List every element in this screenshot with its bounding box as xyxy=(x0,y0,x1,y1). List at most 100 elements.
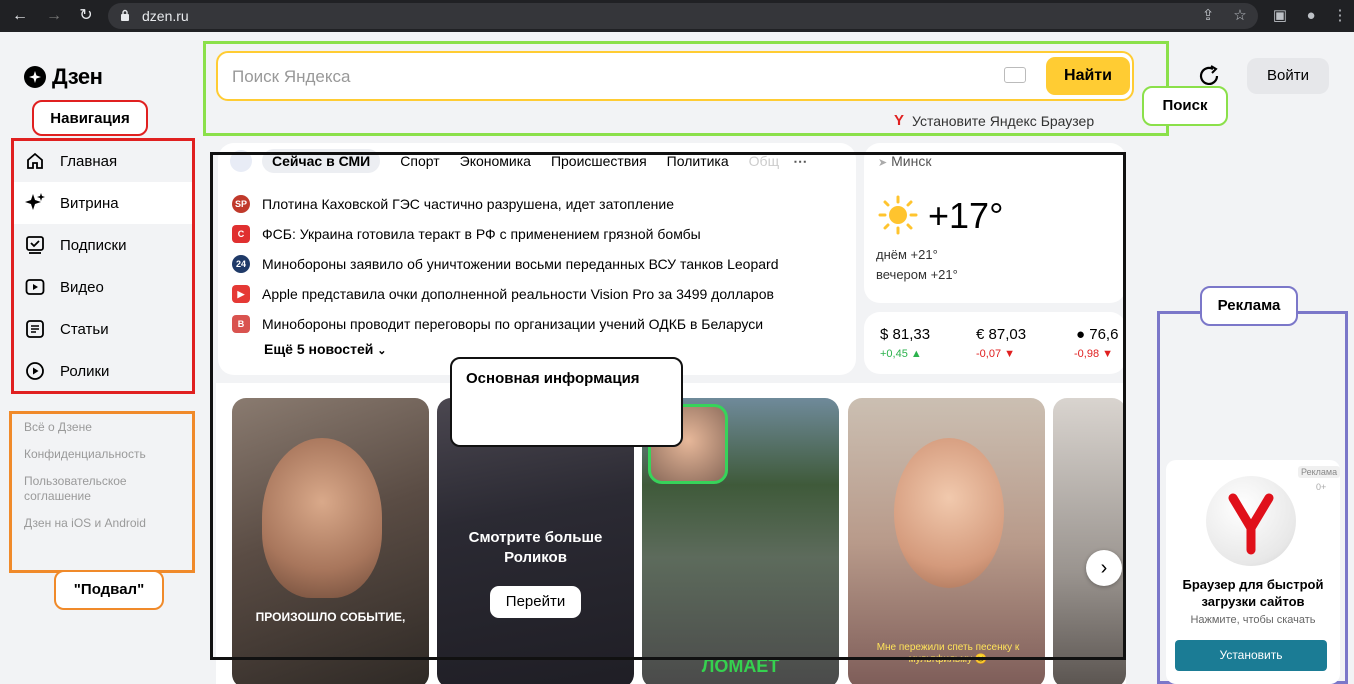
sparkle-icon xyxy=(24,192,46,214)
sidebar-nav: Главная Витрина Подписки Видео Статьи Ро… xyxy=(14,140,192,392)
lock-icon xyxy=(121,9,129,21)
weather-day: днём +21° xyxy=(876,247,938,262)
tab-politics[interactable]: Политика xyxy=(667,153,729,169)
sidebar-item-label: Главная xyxy=(60,152,118,170)
more-tabs-icon[interactable]: ⋯ xyxy=(793,153,807,170)
sidebar-item-home[interactable]: Главная xyxy=(14,140,192,182)
tab-sport[interactable]: Спорт xyxy=(400,153,439,169)
video-icon xyxy=(24,276,46,298)
tab-incidents[interactable]: Происшествия xyxy=(551,153,647,169)
logo-text: Дзен xyxy=(52,64,103,89)
news-source-icon xyxy=(230,150,252,172)
currency-rates[interactable]: $ 81,33 +0,45 ▲ € 87,03 -0,07 ▼ ● 76,6 -… xyxy=(864,312,1126,374)
news-tabs: Сейчас в СМИ Спорт Экономика Происшестви… xyxy=(230,149,807,173)
footer-callout: "Подвал" xyxy=(54,570,164,610)
go-button[interactable]: Перейти xyxy=(490,586,581,618)
weather-evening: вечером +21° xyxy=(876,267,958,282)
news-headline: ФСБ: Украина готовила теракт в РФ с прим… xyxy=(262,226,701,242)
dzen-star-icon xyxy=(24,66,46,88)
sidebar-item-articles[interactable]: Статьи xyxy=(14,308,192,350)
tab-now-in-media[interactable]: Сейчас в СМИ xyxy=(262,149,381,173)
profile-icon[interactable]: ● xyxy=(1301,6,1321,26)
bookmark-star-icon[interactable]: ☆ xyxy=(1230,6,1250,26)
video-thumbnail-face xyxy=(262,438,382,598)
ads-callout: Реклама xyxy=(1200,286,1298,326)
back-icon[interactable]: ← xyxy=(10,6,30,26)
ad-badge: Реклама xyxy=(1298,466,1341,478)
sidebar-item-video[interactable]: Видео xyxy=(14,266,192,308)
yandex-browser-icon: Y xyxy=(894,112,905,129)
more-news-button[interactable]: Ещё 5 новостей ⌄ xyxy=(264,341,386,357)
forward-icon[interactable]: → xyxy=(44,6,64,26)
news-item[interactable]: 24 Минобороны заявило об уничтожении вос… xyxy=(232,249,779,279)
news-headline: Плотина Каховской ГЭС частично разрушена… xyxy=(262,196,674,212)
refresh-icon[interactable] xyxy=(1197,64,1221,88)
eur-delta: -0,07 ▼ xyxy=(976,348,1016,360)
login-button[interactable]: Войти xyxy=(1247,58,1329,94)
sidebar-item-shorts[interactable]: Ролики xyxy=(14,350,192,392)
footer-link-privacy[interactable]: Конфиденциальность xyxy=(24,447,174,462)
reload-icon[interactable]: ↻ xyxy=(76,6,96,26)
yandex-browser-logo xyxy=(1206,476,1296,566)
news-item[interactable]: B Минобороны проводит переговоры по орга… xyxy=(232,309,779,339)
oil-drop-icon: ● xyxy=(1076,326,1086,343)
video-caption: ЛОМАЕТ xyxy=(701,656,780,676)
weather-card[interactable]: ➤ Минск +17° днём +21° вечером +21° xyxy=(864,143,1126,303)
oil-rate-value: 76,6 xyxy=(1089,326,1119,343)
video-thumbnail-face xyxy=(894,438,1004,588)
footer-link-terms[interactable]: Пользовательское соглашение xyxy=(24,474,174,504)
video-card[interactable] xyxy=(1053,398,1126,684)
subscriptions-icon xyxy=(24,234,46,256)
news-headline: Минобороны проводит переговоры по органи… xyxy=(262,316,764,332)
install-browser-text: Установите Яндекс Браузер xyxy=(912,112,1095,129)
install-browser-link[interactable]: Y Установите Яндекс Браузер xyxy=(894,112,1094,129)
footer-links: Всё о Дзене Конфиденциальность Пользоват… xyxy=(24,420,174,543)
news-item[interactable]: C ФСБ: Украина готовила теракт в РФ с пр… xyxy=(232,219,779,249)
oil-rate: ● 76,6 xyxy=(1076,326,1118,343)
news-headline: Минобороны заявило об уничтожении восьми… xyxy=(262,256,779,272)
news-source-badge: B xyxy=(232,315,250,333)
sidebar-item-label: Ролики xyxy=(60,362,110,380)
sidebar-item-label: Статьи xyxy=(60,320,109,338)
city-name: Минск xyxy=(891,153,932,169)
news-source-badge: SP xyxy=(232,195,250,213)
ad-title: Браузер для быстрой загрузки сайтов xyxy=(1182,577,1324,609)
usd-rate: $ 81,33 xyxy=(880,326,931,343)
ad-card[interactable]: Реклама 0+ Браузер для быстрой загрузки … xyxy=(1166,460,1341,684)
install-button[interactable]: Установить xyxy=(1175,640,1327,671)
age-rating: 0+ xyxy=(1316,482,1327,492)
video-card[interactable]: Мне пережили спеть песенку к мультфильму… xyxy=(848,398,1045,684)
video-card[interactable]: ПРОИЗОШЛО СОБЫТИЕ, xyxy=(232,398,429,684)
address-bar[interactable]: dzen.ru xyxy=(108,3,1258,29)
location-arrow-icon: ➤ xyxy=(878,157,888,169)
news-item[interactable]: ▶ Apple представила очки дополненной реа… xyxy=(232,279,779,309)
next-arrow-button[interactable]: › xyxy=(1086,550,1122,586)
menu-icon[interactable]: ⋮ xyxy=(1330,6,1350,26)
weather-temperature: +17° xyxy=(928,195,1004,236)
share-icon[interactable]: ⇪ xyxy=(1198,6,1218,26)
shorts-icon xyxy=(24,360,46,382)
tab-society[interactable]: Общ xyxy=(749,153,779,169)
footer-link-about[interactable]: Всё о Дзене xyxy=(24,420,174,435)
news-headline: Apple представила очки дополненной реаль… xyxy=(262,286,774,302)
more-shorts-title: Смотрите больше Роликов xyxy=(468,529,603,566)
footer-link-apps[interactable]: Дзен на iOS и Android xyxy=(24,516,174,531)
news-card: Сейчас в СМИ Спорт Экономика Происшестви… xyxy=(218,143,856,375)
keyboard-icon[interactable] xyxy=(1004,67,1026,83)
oil-delta: -0,98 ▼ xyxy=(1074,348,1114,360)
sun-icon xyxy=(878,195,918,235)
video-caption: Мне пережили спеть песенку к мультфильму… xyxy=(876,642,1020,665)
search-button[interactable]: Найти xyxy=(1046,57,1130,95)
dzen-logo[interactable]: Дзен xyxy=(24,64,103,90)
sidebar-item-label: Витрина xyxy=(60,194,119,212)
tab-economy[interactable]: Экономика xyxy=(460,153,531,169)
yandex-y-icon xyxy=(1228,493,1274,555)
news-source-badge: 24 xyxy=(232,255,250,273)
search-input[interactable]: Поиск Яндекса Найти xyxy=(216,51,1134,101)
news-source-badge: C xyxy=(232,225,250,243)
side-panel-icon[interactable]: ▣ xyxy=(1270,6,1290,26)
sidebar-item-showcase[interactable]: Витрина xyxy=(14,182,192,224)
news-list: SP Плотина Каховской ГЭС частично разруш… xyxy=(232,189,779,339)
sidebar-item-subscriptions[interactable]: Подписки xyxy=(14,224,192,266)
news-item[interactable]: SP Плотина Каховской ГЭС частично разруш… xyxy=(232,189,779,219)
